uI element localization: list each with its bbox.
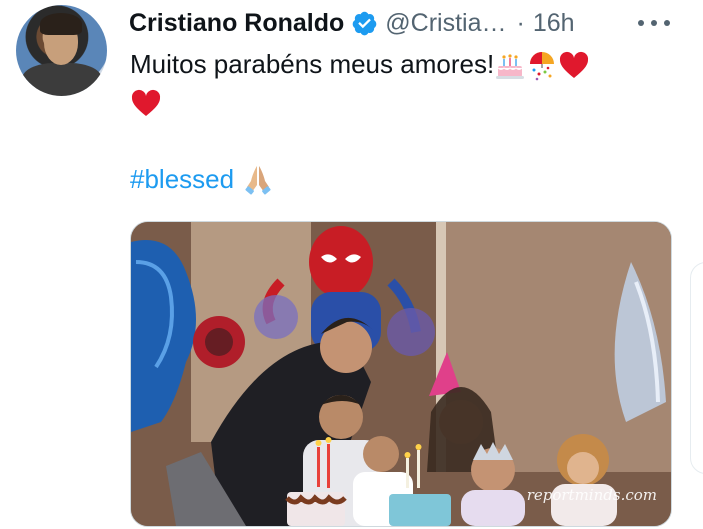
confetti-ball-emoji-icon bbox=[530, 52, 555, 81]
verified-badge-icon bbox=[351, 10, 378, 37]
red-heart-emoji-icon bbox=[560, 52, 589, 79]
tweet-timestamp[interactable]: 16h bbox=[533, 9, 575, 38]
author-avatar[interactable] bbox=[16, 5, 107, 96]
more-dot-1 bbox=[638, 20, 644, 26]
tweet-photo[interactable]: reportminds.com bbox=[130, 221, 672, 527]
side-card-edge bbox=[690, 262, 703, 474]
more-dot-2 bbox=[651, 20, 657, 26]
photo-watermark: reportminds.com bbox=[526, 486, 657, 504]
party-photo-illustration bbox=[131, 222, 671, 526]
folded-hands-emoji-icon bbox=[245, 166, 271, 195]
author-handle[interactable]: @Cristia… bbox=[385, 9, 506, 38]
avatar-hair bbox=[40, 13, 82, 35]
tweet-header: Cristiano Ronaldo @Cristia… · 16h bbox=[129, 6, 689, 40]
birthday-cake-emoji-icon bbox=[496, 54, 525, 80]
red-heart-emoji-icon-2 bbox=[131, 90, 161, 117]
more-options-icon[interactable] bbox=[638, 10, 670, 36]
author-name[interactable]: Cristiano Ronaldo bbox=[129, 9, 344, 38]
tweet-text: Muitos parabéns meus amores! bbox=[130, 45, 650, 121]
more-dot-3 bbox=[664, 20, 670, 26]
tweet-body-text: Muitos parabéns meus amores! bbox=[130, 49, 495, 79]
hashtag-link[interactable]: #blessed bbox=[130, 160, 234, 198]
separator-dot: · bbox=[516, 8, 525, 37]
hashtag-line: #blessed bbox=[130, 160, 274, 198]
avatar-shirt bbox=[22, 63, 102, 96]
